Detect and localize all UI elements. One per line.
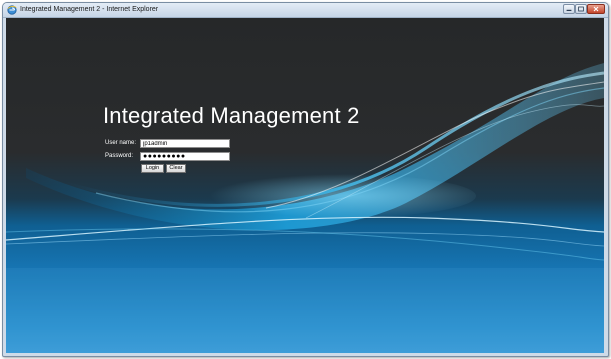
close-button[interactable]: [587, 4, 605, 14]
password-label: Password:: [105, 153, 134, 159]
window-title: Integrated Management 2 - Internet Explo…: [20, 6, 159, 13]
maximize-icon: [578, 6, 584, 12]
page-content: Integrated Management 2 User name: Passw…: [6, 18, 604, 353]
internet-explorer-icon: [7, 5, 17, 15]
login-button[interactable]: Login: [141, 164, 164, 173]
password-field[interactable]: ●●●●●●●●●: [140, 152, 230, 161]
maximize-button[interactable]: [575, 4, 587, 14]
minimize-button[interactable]: [563, 4, 575, 14]
browser-window: Integrated Management 2 - Internet Explo…: [2, 2, 609, 357]
close-icon: [593, 6, 599, 12]
background-wave-graphic: [6, 63, 604, 353]
page-title: Integrated Management 2: [103, 103, 360, 128]
minimize-icon: [566, 9, 572, 11]
username-label: User name:: [105, 140, 137, 146]
title-bar[interactable]: Integrated Management 2 - Internet Explo…: [3, 3, 608, 18]
username-field[interactable]: [140, 139, 230, 148]
clear-button[interactable]: Clear: [166, 164, 186, 173]
